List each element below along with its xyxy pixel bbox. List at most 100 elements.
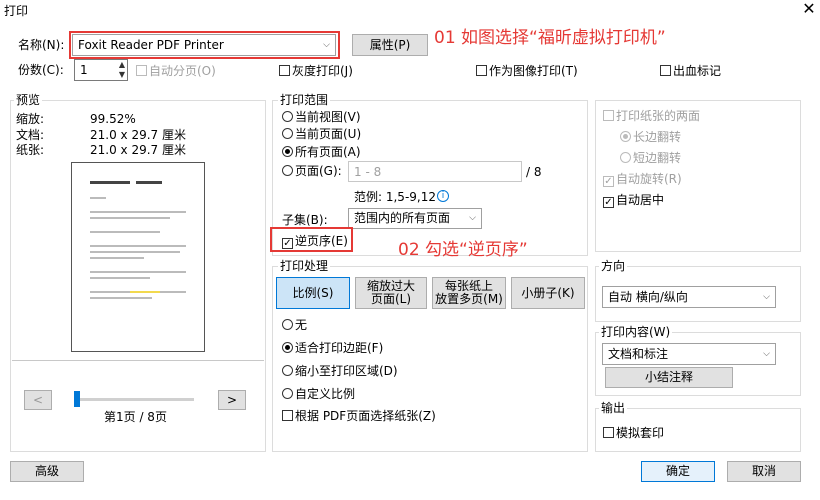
radio-icon — [282, 388, 293, 399]
copies-label: 份数(C): — [18, 63, 64, 77]
advanced-button[interactable]: 高级 — [10, 461, 84, 482]
radio-selected-icon — [282, 342, 293, 353]
reverse-order-label: 逆页序(E) — [295, 234, 348, 248]
print-handling-title: 打印处理 — [278, 259, 331, 273]
both-sides-checkbox[interactable]: 打印纸张的两面 — [603, 109, 700, 123]
range-all-pages[interactable]: 所有页面(A) — [282, 145, 361, 159]
collate-label: 自动分页(O) — [149, 64, 216, 78]
preview-divider — [12, 360, 264, 361]
subset-label: 子集(B): — [282, 213, 328, 227]
range-pages[interactable]: 页面(G): — [282, 164, 342, 178]
subset-select[interactable]: 范围内的所有页面 ⌵ — [348, 208, 482, 229]
stepper-up-icon[interactable]: ▲ — [119, 60, 125, 69]
auto-rotate-label: 自动旋转(R) — [616, 172, 682, 186]
scale-fit-margins[interactable]: 适合打印边距(F) — [282, 341, 383, 355]
reverse-order-checkbox[interactable]: ✓ 逆页序(E) — [282, 234, 348, 249]
printer-select[interactable]: Foxit Reader PDF Printer ⌵ — [72, 34, 336, 56]
choose-paper-checkbox[interactable]: 根据 PDF页面选择纸张(Z) — [282, 409, 436, 423]
checkbox-icon — [660, 65, 671, 76]
simulate-overprint-label: 模拟套印 — [616, 426, 665, 440]
info-icon[interactable]: i — [437, 190, 449, 202]
scale-fit-margins-label: 适合打印边距(F) — [295, 341, 384, 355]
tab-multiple-pages[interactable]: 每张纸上 放置多页(M) — [432, 277, 506, 309]
ok-button[interactable]: 确定 — [641, 461, 715, 482]
checkbox-icon — [603, 427, 614, 438]
auto-center-checkbox[interactable]: ✓ 自动居中 — [603, 193, 664, 208]
radio-selected-icon — [282, 146, 293, 157]
tab-booklet[interactable]: 小册子(K) — [511, 277, 585, 309]
output-title: 输出 — [599, 401, 628, 415]
subset-select-value: 范围内的所有页面 — [354, 211, 451, 225]
orientation-title: 方向 — [599, 259, 628, 273]
radio-icon — [282, 165, 293, 176]
zoom-value: 99.52% — [90, 112, 136, 126]
scale-none[interactable]: 无 — [282, 318, 307, 332]
document-size-label: 文档: — [16, 128, 45, 142]
printer-name-label: 名称(N): — [18, 38, 65, 52]
orientation-select[interactable]: 自动 横向/纵向 ⌵ — [602, 286, 776, 308]
next-page-button[interactable]: > — [218, 390, 246, 410]
radio-icon — [282, 111, 293, 122]
pages-input-placeholder: 1 - 8 — [354, 165, 382, 179]
grayscale-checkbox[interactable]: 灰度打印(J) — [279, 64, 353, 78]
page-indicator: 第1页 / 8页 — [104, 410, 167, 424]
print-as-image-label: 作为图像打印(T) — [489, 64, 578, 78]
scale-shrink[interactable]: 缩小至打印区域(D) — [282, 364, 398, 378]
scale-custom[interactable]: 自定义比例 — [282, 387, 355, 401]
chevron-down-icon: ⌵ — [763, 292, 770, 302]
checkbox-icon — [279, 65, 290, 76]
range-current-view[interactable]: 当前视图(V) — [282, 110, 361, 124]
annotation-step1: 01 如图选择“福昕虚拟打印机” — [434, 28, 666, 48]
radio-icon — [620, 152, 631, 163]
range-current-page[interactable]: 当前页面(U) — [282, 127, 361, 141]
checkmark-icon: ✓ — [603, 176, 614, 187]
short-edge-radio[interactable]: 短边翻转 — [620, 151, 681, 165]
document-size-value: 21.0 x 29.7 厘米 — [90, 128, 186, 142]
preview-group-title: 预览 — [14, 93, 43, 107]
cancel-button[interactable]: 取消 — [727, 461, 801, 482]
pages-input[interactable]: 1 - 8 — [348, 161, 522, 182]
print-range-title: 打印范围 — [278, 93, 331, 107]
scale-shrink-label: 缩小至打印区域(D) — [295, 364, 398, 378]
scale-none-label: 无 — [295, 318, 308, 332]
choose-paper-label: 根据 PDF页面选择纸张(Z) — [295, 409, 436, 423]
long-edge-radio[interactable]: 长边翻转 — [620, 130, 681, 144]
print-as-image-checkbox[interactable]: 作为图像打印(T) — [476, 64, 578, 78]
range-example: 范例: 1,5-9,12 — [354, 190, 436, 204]
bleed-marks-checkbox[interactable]: 出血标记 — [660, 64, 721, 78]
chevron-down-icon: ⌵ — [323, 40, 330, 50]
page-slider-thumb[interactable] — [74, 391, 80, 407]
auto-center-label: 自动居中 — [616, 193, 665, 207]
checkbox-icon — [136, 65, 147, 76]
range-current-page-label: 当前页面(U) — [295, 127, 362, 141]
radio-selected-icon — [620, 131, 631, 142]
both-sides-label: 打印纸张的两面 — [616, 109, 701, 123]
radio-icon — [282, 128, 293, 139]
page-slider-track[interactable] — [76, 398, 194, 401]
tab-fit-oversized[interactable]: 缩放过大 页面(L) — [355, 277, 427, 309]
printer-select-value: Foxit Reader PDF Printer — [78, 38, 224, 52]
stepper-down-icon[interactable]: ▼ — [119, 70, 125, 79]
summarize-comments-button[interactable]: 小结注释 — [605, 367, 733, 388]
checkmark-icon: ✓ — [603, 197, 614, 208]
radio-icon — [282, 319, 293, 330]
auto-rotate-checkbox[interactable]: ✓ 自动旋转(R) — [603, 172, 682, 187]
annotation-step2: 02 勾选“逆页序” — [398, 240, 528, 260]
scale-custom-label: 自定义比例 — [295, 387, 356, 401]
prev-page-button[interactable]: < — [24, 390, 52, 410]
close-icon[interactable]: ✕ — [800, 0, 818, 18]
page-preview-thumbnail — [71, 162, 205, 352]
copies-stepper[interactable]: 1 ▲ ▼ — [74, 59, 128, 81]
range-all-pages-label: 所有页面(A) — [295, 145, 361, 159]
properties-button[interactable]: 属性(P) — [352, 34, 428, 56]
simulate-overprint-checkbox[interactable]: 模拟套印 — [603, 426, 664, 440]
chevron-down-icon: ⌵ — [763, 349, 770, 359]
bleed-marks-label: 出血标记 — [673, 64, 722, 78]
short-edge-label: 短边翻转 — [633, 151, 682, 165]
radio-icon — [282, 365, 293, 376]
collate-checkbox[interactable]: 自动分页(O) — [136, 64, 216, 78]
range-pages-label: 页面(G): — [295, 164, 342, 178]
tab-scale[interactable]: 比例(S) — [276, 277, 350, 309]
content-select[interactable]: 文档和标注 ⌵ — [602, 343, 776, 365]
window-title: 打印 — [4, 4, 29, 18]
